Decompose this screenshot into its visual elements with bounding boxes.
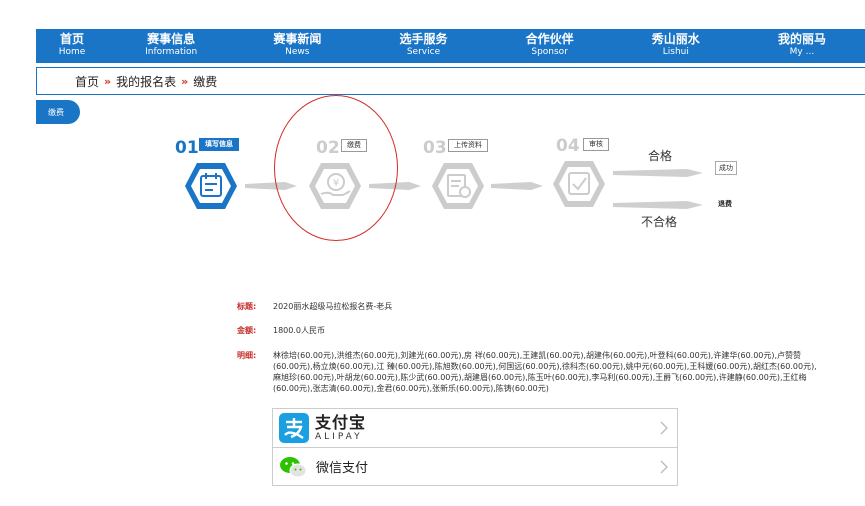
nav-label: 合作伙伴 xyxy=(525,32,574,46)
step-1-label: 填写信息 xyxy=(199,138,239,151)
nav-item-news[interactable]: 赛事新闻 News xyxy=(234,29,360,63)
section-tag: 缴费 xyxy=(36,100,80,124)
nav-label: 赛事信息 xyxy=(147,32,196,46)
nav-label: 首页 xyxy=(60,32,85,46)
chevron-right-icon xyxy=(660,421,668,435)
chevron-right-icon xyxy=(660,460,668,474)
nav-item-service[interactable]: 选手服务 Service xyxy=(360,29,486,63)
nav-item-sponsor[interactable]: 合作伙伴 Sponsor xyxy=(487,29,613,63)
breadcrumb-separator-icon: » xyxy=(181,74,188,88)
result-refund-label: 退费 xyxy=(718,200,732,208)
wechat-pay-label: 微信支付 xyxy=(316,461,369,476)
nav-sublabel: Lishui xyxy=(662,47,689,57)
nav-label: 秀山丽水 xyxy=(651,32,700,46)
nav-item-my-lima[interactable]: 我的丽马 My ... xyxy=(739,29,865,63)
nav-sublabel: Information xyxy=(145,47,198,57)
page: 首页 Home 赛事信息 Information 赛事新闻 News 选手服务 … xyxy=(0,0,865,506)
title-value: 2020丽水超级马拉松报名费-老兵 xyxy=(273,302,393,311)
detail-value: 林徐培(60.00元),洪维杰(60.00元),刘建光(60.00元),房 祥(… xyxy=(273,351,817,393)
breadcrumb-home[interactable]: 首页 xyxy=(75,73,99,90)
nav-item-home[interactable]: 首页 Home xyxy=(36,29,108,63)
step-3-label: 上传资料 xyxy=(448,139,488,152)
detail-label: 明细: xyxy=(237,351,257,360)
nav-label: 选手服务 xyxy=(399,32,448,46)
wechat-logo-icon xyxy=(280,456,307,477)
nav-sublabel: Sponsor xyxy=(531,47,568,57)
breadcrumb-registrations[interactable]: 我的报名表 xyxy=(116,73,176,90)
fill-info-icon xyxy=(185,163,237,209)
pass-arrow-icon xyxy=(613,169,703,177)
alipay-option[interactable]: 支付宝 ALIPAY xyxy=(273,409,677,447)
amount-label: 金额: xyxy=(237,326,257,335)
nav-sublabel: Service xyxy=(406,47,441,57)
top-nav: 首页 Home 赛事信息 Information 赛事新闻 News 选手服务 … xyxy=(36,29,865,63)
title-label: 标题: xyxy=(237,302,257,311)
breadcrumb: 首页 » 我的报名表 » 缴费 xyxy=(36,67,865,95)
step-arrow-icon xyxy=(491,182,543,190)
wechat-pay-option[interactable]: 微信支付 xyxy=(273,447,677,485)
nav-item-information[interactable]: 赛事信息 Information xyxy=(108,29,234,63)
result-success-badge: 成功 xyxy=(715,161,737,175)
result-fail-label: 不合格 xyxy=(641,215,678,229)
breadcrumb-separator-icon: » xyxy=(104,74,111,88)
step-4-number: 04 xyxy=(556,136,580,156)
step-1-number: 01 xyxy=(175,138,199,158)
amount-value: 1800.0人民币 xyxy=(273,326,325,335)
alipay-logo-icon xyxy=(279,413,309,443)
review-step-icon xyxy=(553,161,605,207)
nav-item-lishui[interactable]: 秀山丽水 Lishui xyxy=(613,29,739,63)
nav-sublabel: Home xyxy=(58,47,86,57)
upload-docs-icon xyxy=(432,163,484,209)
step-4-label: 审核 xyxy=(583,138,609,151)
alipay-name: 支付宝 xyxy=(315,412,367,432)
breadcrumb-current: 缴费 xyxy=(193,74,218,89)
alipay-brand: 支付宝 ALIPAY xyxy=(315,412,367,442)
nav-sublabel: My ... xyxy=(789,47,815,57)
nav-sublabel: News xyxy=(285,47,310,57)
step-3-number: 03 xyxy=(423,138,447,158)
highlight-circle xyxy=(274,95,398,241)
alipay-name-en: ALIPAY xyxy=(315,431,363,442)
nav-label: 赛事新闻 xyxy=(273,32,322,46)
nav-label: 我的丽马 xyxy=(777,32,826,46)
payment-options: 支付宝 ALIPAY 微信支付 xyxy=(272,408,678,486)
